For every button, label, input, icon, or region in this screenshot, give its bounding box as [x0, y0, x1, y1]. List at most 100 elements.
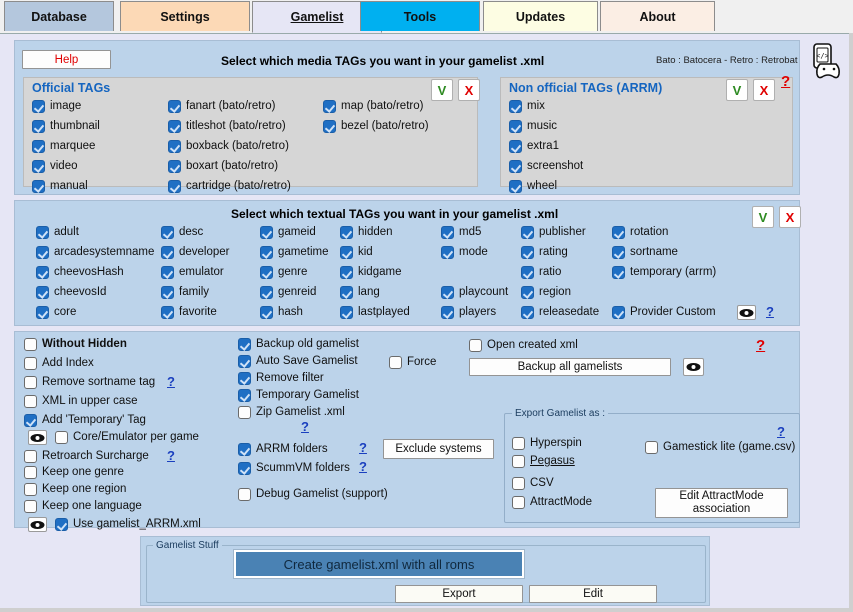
export-row-hyperspin[interactable]: Hyperspin: [512, 437, 582, 450]
checkbox-rating[interactable]: [521, 246, 534, 259]
option-row-without-hidden[interactable]: Without Hidden: [24, 338, 127, 351]
textual-tag-row-favorite[interactable]: favorite: [161, 306, 217, 319]
checkbox-marquee[interactable]: [32, 140, 45, 153]
checkbox-cheevosid[interactable]: [36, 286, 49, 299]
textual-tag-row-emulator[interactable]: emulator: [161, 266, 224, 279]
checkbox-remove-filter[interactable]: [238, 372, 251, 385]
tab-database[interactable]: Database: [4, 1, 114, 31]
checkbox-core[interactable]: [36, 306, 49, 319]
textual-tag-row-publisher[interactable]: publisher: [521, 226, 586, 239]
option-row-backup-old-gamelist[interactable]: Backup old gamelist: [238, 338, 359, 351]
checkbox-remove-sortname-tag[interactable]: [24, 376, 37, 389]
debug-gamelist-row[interactable]: Debug Gamelist (support): [238, 488, 388, 501]
horizontal-scrollbar[interactable]: [0, 608, 853, 612]
checkbox-thumbnail[interactable]: [32, 120, 45, 133]
checkbox-desc[interactable]: [161, 226, 174, 239]
textual-tag-row-sortname[interactable]: sortname: [612, 246, 678, 259]
provider-custom-eye-icon[interactable]: [737, 305, 756, 320]
help-button[interactable]: Help: [22, 50, 111, 69]
textual-tag-row-rating[interactable]: rating: [521, 246, 568, 259]
scummvm-folders-row[interactable]: ScummVM folders: [238, 462, 350, 475]
option-row-use-gamelist-arrm-xml[interactable]: Use gamelist_ARRM.xml: [55, 518, 201, 531]
option-row-retroarch-surcharge[interactable]: Retroarch Surcharge: [24, 450, 149, 463]
textual-tag-row-gametime[interactable]: gametime: [260, 246, 329, 259]
checkbox-map-bato-retro-[interactable]: [323, 100, 336, 113]
export-button[interactable]: Export: [395, 585, 523, 603]
textual-tag-row-cheevosid[interactable]: cheevosId: [36, 286, 106, 299]
option-row-remove-filter[interactable]: Remove filter: [238, 372, 324, 385]
zip-help-icon[interactable]: ?: [301, 419, 309, 434]
checkbox-fanart-bato-retro-[interactable]: [168, 100, 181, 113]
media-help-icon[interactable]: ?: [781, 73, 790, 90]
nonofficial-tag-row-wheel[interactable]: wheel: [509, 180, 557, 193]
option-row-xml-in-upper-case[interactable]: XML in upper case: [24, 395, 137, 408]
option-row-add-'temporary'-tag[interactable]: Add 'Temporary' Tag: [24, 414, 146, 427]
textual-tag-row-core[interactable]: core: [36, 306, 76, 319]
gamestick-checkbox[interactable]: [645, 441, 658, 454]
debug-gamelist-checkbox[interactable]: [238, 488, 251, 501]
uncheck-all-nonofficial-button[interactable]: X: [753, 79, 775, 101]
option-row-keep-one-genre[interactable]: Keep one genre: [24, 466, 124, 479]
official-tag-row-fanart-bato-retro-[interactable]: fanart (bato/retro): [168, 100, 275, 113]
checkbox-genreid[interactable]: [260, 286, 273, 299]
checkbox-mix[interactable]: [509, 100, 522, 113]
eye-icon-use-gamelist-arrm-xml[interactable]: [28, 517, 47, 532]
tab-settings[interactable]: Settings: [120, 1, 250, 31]
open-created-xml-row[interactable]: Open created xml: [469, 339, 578, 352]
textual-tag-row-players[interactable]: players: [441, 306, 496, 319]
edit-button[interactable]: Edit: [529, 585, 657, 603]
textual-tag-row-hash[interactable]: hash: [260, 306, 303, 319]
checkbox-image[interactable]: [32, 100, 45, 113]
checkbox-wheel[interactable]: [509, 180, 522, 193]
uncheck-all-textual-button[interactable]: X: [779, 206, 801, 228]
option-row-core/emulator-per-game[interactable]: Core/Emulator per game: [55, 431, 199, 444]
option-row-add-index[interactable]: Add Index: [24, 357, 94, 370]
checkbox-lastplayed[interactable]: [340, 306, 353, 319]
arrm-folders-help-icon[interactable]: ?: [359, 440, 367, 455]
textual-tag-row-hidden[interactable]: hidden: [340, 226, 393, 239]
checkbox-hash[interactable]: [260, 306, 273, 319]
official-tag-row-cartridge-bato-retro-[interactable]: cartridge (bato/retro): [168, 180, 291, 193]
option-row-zip-gamelist-xml[interactable]: Zip Gamelist .xml: [238, 406, 345, 419]
textual-tag-row-releasedate[interactable]: releasedate: [521, 306, 599, 319]
scummvm-folders-checkbox[interactable]: [238, 462, 251, 475]
official-tag-row-titleshot-bato-retro-[interactable]: titleshot (bato/retro): [168, 120, 286, 133]
uncheck-all-media-button[interactable]: X: [458, 79, 480, 101]
checkbox-use-gamelist-arrm-xml[interactable]: [55, 518, 68, 531]
checkbox-retroarch-surcharge[interactable]: [24, 450, 37, 463]
checkbox-backup-old-gamelist[interactable]: [238, 338, 251, 351]
check-all-media-button[interactable]: V: [431, 79, 453, 101]
checkbox-keep-one-genre[interactable]: [24, 466, 37, 479]
checkbox-rotation[interactable]: [612, 226, 625, 239]
option-row-remove-sortname-tag[interactable]: Remove sortname tag: [24, 376, 155, 389]
tab-about[interactable]: About: [600, 1, 715, 31]
official-tag-row-boxback-bato-retro-[interactable]: boxback (bato/retro): [168, 140, 289, 153]
official-tag-row-thumbnail[interactable]: thumbnail: [32, 120, 100, 133]
textual-tag-row-rotation[interactable]: rotation: [612, 226, 668, 239]
checkbox-releasedate[interactable]: [521, 306, 534, 319]
provider-custom-help-icon[interactable]: ?: [766, 304, 774, 319]
checkbox-mode[interactable]: [441, 246, 454, 259]
checkbox-bezel-bato-retro-[interactable]: [323, 120, 336, 133]
textual-tag-row-kid[interactable]: kid: [340, 246, 373, 259]
checkbox-emulator[interactable]: [161, 266, 174, 279]
checkbox-arcadesystemname[interactable]: [36, 246, 49, 259]
official-tag-row-marquee[interactable]: marquee: [32, 140, 95, 153]
checkbox-adult[interactable]: [36, 226, 49, 239]
official-tag-row-video[interactable]: video: [32, 160, 78, 173]
option-row-temporary-gamelist[interactable]: Temporary Gamelist: [238, 389, 359, 402]
option-row-keep-one-language[interactable]: Keep one language: [24, 500, 142, 513]
tab-tools[interactable]: Tools: [360, 1, 480, 31]
checkbox-core/emulator-per-game[interactable]: [55, 431, 68, 444]
checkbox-boxart-bato-retro-[interactable]: [168, 160, 181, 173]
official-tag-row-image[interactable]: image: [32, 100, 81, 113]
nonofficial-tag-row-mix[interactable]: mix: [509, 100, 545, 113]
check-all-nonofficial-button[interactable]: V: [726, 79, 748, 101]
textual-tag-row-lastplayed[interactable]: lastplayed: [340, 306, 410, 319]
checkbox-gameid[interactable]: [260, 226, 273, 239]
exclude-systems-button[interactable]: Exclude systems: [383, 439, 494, 459]
textual-tag-row-family[interactable]: family: [161, 286, 209, 299]
nonofficial-tag-row-screenshot[interactable]: screenshot: [509, 160, 583, 173]
backup-all-gamelists-button[interactable]: Backup all gamelists: [469, 358, 671, 376]
force-checkbox[interactable]: [389, 356, 402, 369]
